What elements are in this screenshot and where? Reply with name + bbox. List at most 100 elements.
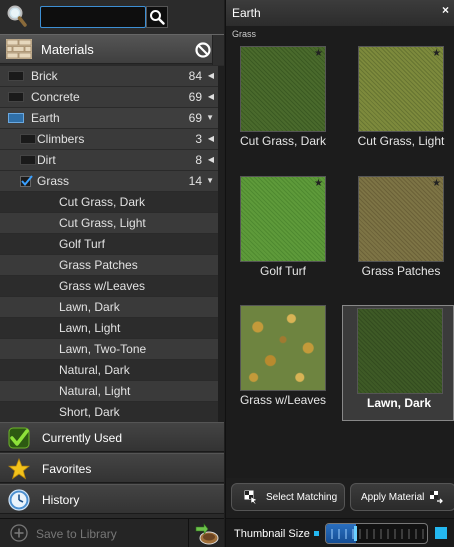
category-swatch-icon bbox=[8, 113, 24, 123]
tree-leaf-item[interactable]: Lawn, Dark bbox=[0, 297, 218, 317]
material-thumbnail[interactable]: Grass w/Leaves bbox=[228, 305, 332, 423]
expand-left-icon[interactable]: ◀ bbox=[208, 150, 214, 170]
expand-left-icon[interactable]: ◀ bbox=[208, 129, 214, 149]
material-name: Grass w/Leaves bbox=[239, 393, 327, 407]
material-name: Lawn, Dark bbox=[366, 396, 432, 410]
category-swatch-icon bbox=[8, 92, 24, 102]
action-bar: Select Matching Apply Material bbox=[226, 478, 454, 518]
material-thumbnail[interactable]: Lawn, Dark bbox=[342, 305, 454, 421]
small-size-icon[interactable] bbox=[314, 531, 319, 536]
clock-icon bbox=[8, 489, 30, 511]
tree-item-count: 84 bbox=[188, 69, 202, 83]
category-swatch-icon bbox=[8, 71, 24, 81]
tree-category-item[interactable]: Dirt 8 ◀ bbox=[0, 150, 218, 170]
tree-leaf-item[interactable]: Cut Grass, Dark bbox=[0, 192, 218, 212]
tree-item-label: Concrete bbox=[31, 90, 80, 104]
expand-left-icon[interactable]: ◀ bbox=[208, 87, 214, 107]
save-to-library-label: Save to Library bbox=[36, 527, 117, 541]
thumbnail-size-slider[interactable] bbox=[325, 523, 428, 544]
footer-divider bbox=[188, 519, 189, 547]
sample-material-icon[interactable] bbox=[194, 523, 220, 545]
panel-subtitle: Grass bbox=[232, 29, 257, 39]
tree-category-item[interactable]: Brick 84 ◀ bbox=[0, 66, 218, 86]
favorite-star-icon[interactable]: ★ bbox=[432, 178, 441, 189]
favorite-star-icon[interactable]: ★ bbox=[314, 48, 323, 59]
tree-category-item[interactable]: Earth 69 ▼ bbox=[0, 108, 218, 128]
search-button[interactable] bbox=[146, 6, 168, 28]
tree-item-count: 69 bbox=[188, 90, 202, 104]
clear-filter-icon[interactable] bbox=[194, 41, 212, 59]
select-matching-label: Select Matching bbox=[266, 492, 338, 503]
material-thumbnail[interactable]: ★ Cut Grass, Dark bbox=[228, 46, 332, 164]
material-name: Golf Turf bbox=[259, 264, 306, 278]
tree-item-label: Golf Turf bbox=[59, 237, 106, 251]
nav-currently-used[interactable]: Currently Used bbox=[0, 422, 224, 452]
tree-scrollbar[interactable] bbox=[218, 66, 224, 422]
favorite-star-icon[interactable]: ★ bbox=[432, 48, 441, 59]
tree-leaf-item[interactable]: Natural, Dark bbox=[0, 360, 218, 380]
thumbnail-size-label: Thumbnail Size bbox=[234, 528, 310, 540]
tree-item-label: Climbers bbox=[37, 132, 85, 146]
tree-leaf-item[interactable]: Lawn, Two-Tone bbox=[0, 339, 218, 359]
checkbox-checked-icon[interactable] bbox=[20, 174, 34, 188]
tree-item-label: Cut Grass, Dark bbox=[59, 195, 146, 209]
expand-left-icon[interactable]: ◀ bbox=[208, 66, 214, 86]
favorite-star-icon[interactable]: ★ bbox=[314, 178, 323, 189]
magnifier-icon[interactable] bbox=[6, 4, 28, 28]
header-divider bbox=[212, 35, 224, 65]
nav-history[interactable]: History bbox=[0, 484, 224, 514]
star-icon bbox=[8, 458, 30, 480]
tree-item-label: Grass Patches bbox=[59, 258, 138, 272]
large-size-icon[interactable] bbox=[435, 527, 447, 539]
tree-leaf-item[interactable]: Lawn, Light bbox=[0, 318, 218, 338]
tree-item-count: 69 bbox=[188, 111, 202, 125]
material-swatch-image bbox=[240, 305, 326, 391]
left-footer: Save to Library bbox=[0, 518, 224, 547]
material-thumbnail[interactable]: ★ Grass Patches bbox=[346, 176, 450, 294]
add-circle-icon bbox=[10, 524, 28, 542]
tree-item-label: Earth bbox=[31, 111, 60, 125]
nav-favorites[interactable]: Favorites bbox=[0, 453, 224, 483]
tree-leaf-item[interactable]: Cut Grass, Light bbox=[0, 213, 218, 233]
slider-handle[interactable] bbox=[354, 526, 358, 541]
nav-favorites-label: Favorites bbox=[42, 462, 92, 476]
tree-item-label: Lawn, Light bbox=[59, 321, 121, 335]
search-input[interactable] bbox=[41, 7, 145, 27]
material-thumbnail[interactable]: ★ Cut Grass, Light bbox=[346, 46, 450, 164]
nav-history-label: History bbox=[42, 493, 80, 507]
material-name: Cut Grass, Dark bbox=[239, 134, 326, 148]
tree-category-item[interactable]: Concrete 69 ◀ bbox=[0, 87, 218, 107]
category-swatch-icon bbox=[20, 155, 36, 165]
check-icon bbox=[8, 427, 30, 449]
tree-item-label: Lawn, Two-Tone bbox=[59, 342, 147, 356]
material-preview-panel: Earth × Grass ★ Cut Grass, Dark ★ Cut Grass… bbox=[225, 0, 454, 547]
tree-leaf-item[interactable]: Short, Dark bbox=[0, 402, 218, 422]
material-name: Grass Patches bbox=[361, 264, 441, 278]
tree-leaf-item[interactable]: Grass Patches bbox=[0, 255, 218, 275]
apply-material-label: Apply Material bbox=[361, 492, 425, 503]
tree-leaf-item[interactable]: Natural, Light bbox=[0, 381, 218, 401]
search-field[interactable] bbox=[40, 6, 146, 28]
materials-header[interactable]: Materials bbox=[0, 34, 224, 65]
tree-category-item[interactable]: Grass 14 ▼ bbox=[0, 171, 218, 191]
materials-title: Materials bbox=[41, 42, 94, 57]
tree-item-label: Natural, Dark bbox=[59, 363, 130, 377]
material-thumbnail[interactable]: ★ Golf Turf bbox=[228, 176, 332, 294]
close-button[interactable]: × bbox=[442, 3, 449, 17]
tree-item-label: Grass bbox=[37, 174, 70, 188]
apply-material-icon bbox=[430, 491, 443, 504]
tree-leaf-item[interactable]: Grass w/Leaves bbox=[0, 276, 218, 296]
material-swatch-image bbox=[357, 308, 443, 394]
expand-down-icon[interactable]: ▼ bbox=[206, 108, 214, 128]
tree-leaf-item[interactable]: Golf Turf bbox=[0, 234, 218, 254]
tree-item-count: 3 bbox=[195, 132, 202, 146]
select-matching-button[interactable]: Select Matching bbox=[231, 483, 345, 511]
tree-category-item[interactable]: Climbers 3 ◀ bbox=[0, 129, 218, 149]
materials-browser-panel: Materials Brick 84 ◀ Concrete 69 ◀ Earth 69 ▼ Cli… bbox=[0, 0, 224, 547]
tree-item-label: Cut Grass, Light bbox=[59, 216, 146, 230]
save-to-library-button[interactable]: Save to Library bbox=[10, 524, 190, 544]
apply-material-button[interactable]: Apply Material bbox=[350, 483, 454, 511]
expand-down-icon[interactable]: ▼ bbox=[206, 171, 214, 191]
search-icon bbox=[150, 10, 165, 25]
category-swatch-icon bbox=[20, 134, 36, 144]
